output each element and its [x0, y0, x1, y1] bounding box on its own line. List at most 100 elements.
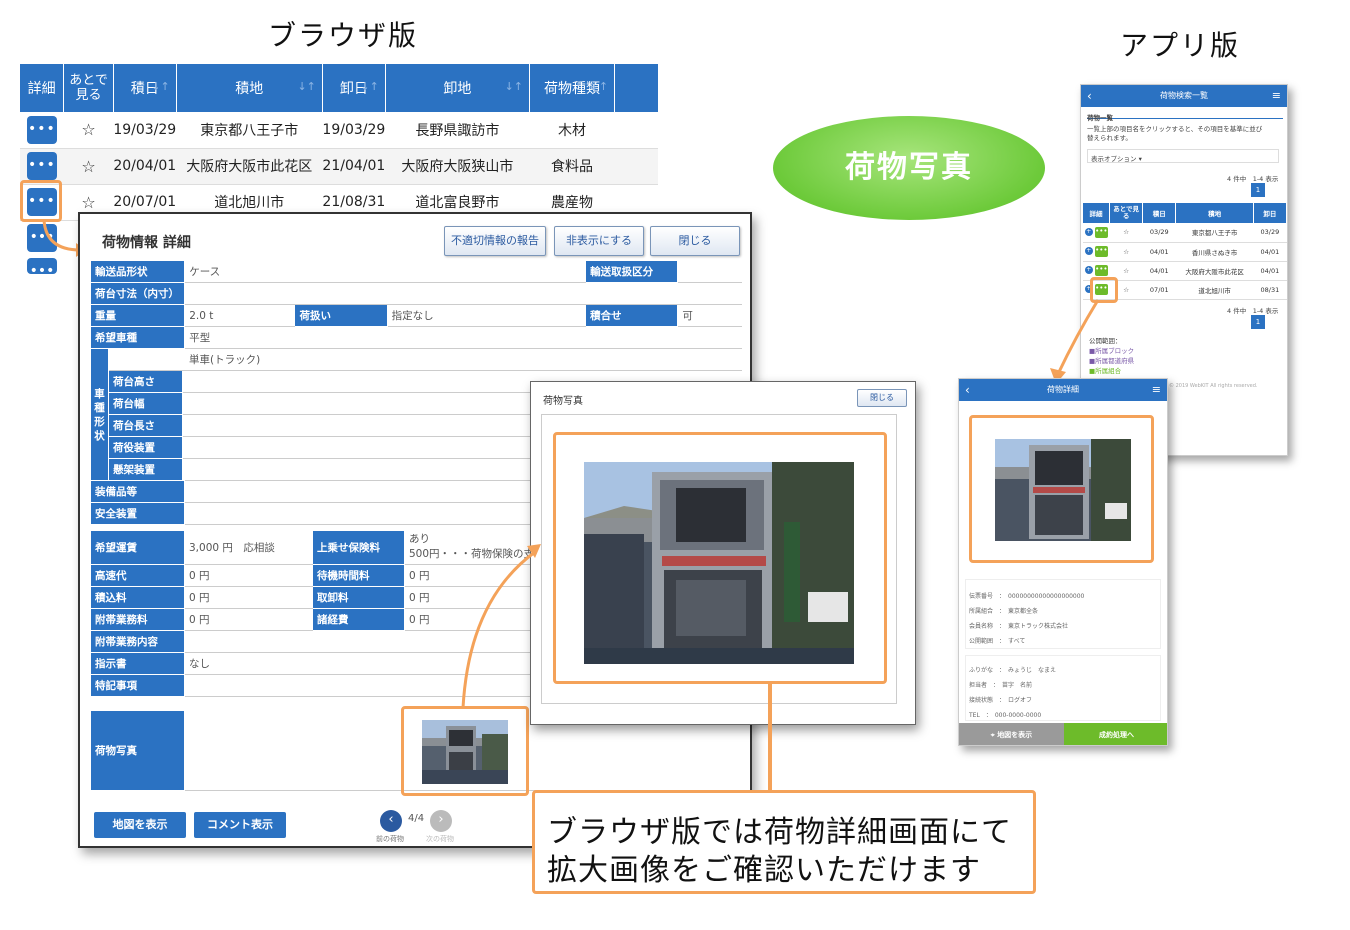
app-field-kana: ふりがな ： みょうじ なまえ — [969, 667, 1057, 674]
cell-load-date: 19/03/29 — [113, 112, 177, 149]
cell-unload-date: 21/04/01 — [322, 148, 386, 185]
prev-label: 前の荷物 — [376, 835, 404, 843]
label-bed-height: 荷台高さ — [108, 370, 183, 393]
app-show-map-button[interactable]: ⌖ 地図を表示 — [959, 723, 1064, 745]
expand-icon[interactable]: + — [1084, 266, 1093, 274]
cell-load-place: 東京都八王子市 — [176, 112, 323, 149]
highlight-large-photo — [553, 432, 887, 684]
table-row: ••• ☆ 19/03/29 東京都八王子市 19/03/29 長野県諏訪市 木… — [20, 112, 658, 149]
label-combine: 積合せ — [585, 304, 679, 327]
app-more-button[interactable]: ••• — [1094, 265, 1108, 276]
cargo-photo-badge: 荷物写真 — [773, 116, 1045, 220]
cell-unload-date: 19/03/29 — [322, 112, 386, 149]
app-col-detail[interactable]: 詳細 — [1083, 203, 1111, 223]
modal-close-button[interactable]: 閉じる — [857, 389, 907, 407]
label-vehicle-shape: 車種形状 — [90, 348, 109, 481]
cell-unload-place: 大阪府大阪狭山市 — [385, 148, 530, 185]
page-1-button-bottom[interactable]: 1 — [1251, 315, 1265, 329]
show-map-button[interactable]: 地図を表示 — [94, 812, 186, 838]
more-button[interactable]: ••• — [26, 115, 57, 144]
col-unload-date[interactable]: 卸日 ↓↑ — [322, 64, 386, 112]
app-desc-2: 替えられます。 — [1087, 134, 1132, 142]
label-notes: 特記事項 — [90, 674, 185, 697]
col-load-place[interactable]: 積地 ↓↑ — [176, 64, 323, 112]
label-unloading: 取卸料 — [312, 586, 405, 609]
callout-connector — [768, 684, 772, 790]
menu-icon[interactable]: ≡ — [1152, 379, 1161, 401]
show-comment-button[interactable]: コメント表示 — [194, 812, 286, 838]
close-button[interactable]: 閉じる — [650, 226, 740, 256]
col-cargo-type[interactable]: 荷物種類 ↓↑ — [529, 64, 616, 112]
app-field-status: 接続状態 ： ログオフ — [969, 697, 1033, 704]
label-misc: 諸経費 — [312, 608, 405, 631]
callout-line-2: 拡大画像をご確認いただけます — [547, 853, 981, 888]
col-later[interactable]: あとで 見る — [63, 64, 114, 112]
value-combine: 可 — [677, 304, 742, 327]
expand-icon[interactable]: + — [1084, 247, 1093, 255]
highlight-thumbnail — [401, 706, 529, 796]
col-unload-place[interactable]: 卸地 ↓↑ — [385, 64, 531, 112]
cell-unload-place: 長野県諏訪市 — [385, 112, 530, 149]
copyright: © 2019 WebKIT All rights reserved. — [1169, 383, 1258, 389]
value-shape: ケース — [184, 260, 586, 283]
highlight-app-photo — [969, 415, 1154, 563]
app-contract-button[interactable]: 成約処理へ — [1064, 723, 1167, 745]
label-insurance: 上乗せ保険料 — [312, 530, 405, 565]
col-load-date[interactable]: 積日 ↓↑ — [113, 64, 177, 112]
app-more-button[interactable]: ••• — [1094, 246, 1108, 257]
display-option-select[interactable]: 表示オプション ▾ — [1087, 149, 1279, 163]
app-more-button[interactable]: ••• — [1094, 226, 1108, 238]
expand-icon[interactable]: + — [1084, 227, 1093, 236]
label-equipment: 装備品等 — [90, 480, 185, 503]
prev-arrow-icon[interactable]: ‹ — [380, 810, 402, 832]
app-detail-header: ‹ 荷物詳細 ≡ — [959, 379, 1167, 401]
page-1-button[interactable]: 1 — [1251, 183, 1265, 197]
hide-button[interactable]: 非表示にする — [554, 226, 644, 256]
value-handling: 指定なし — [387, 304, 586, 327]
star-icon[interactable]: ☆ — [81, 120, 95, 139]
app-col-load-place[interactable]: 積地 — [1175, 203, 1254, 223]
label-incidental-detail: 附帯業務内容 — [90, 630, 185, 653]
app-field-person: 担当者 ： 苗字 名前 — [969, 682, 1033, 689]
back-icon[interactable]: ‹ — [1087, 85, 1092, 107]
page-indicator: 4/4 — [408, 813, 425, 824]
value-highway: 0 円 — [184, 564, 313, 587]
app-list-title: 荷物検索一覧 — [1160, 91, 1208, 100]
next-arrow-icon[interactable]: › — [430, 810, 452, 832]
cell-cargo-type: 木材 — [529, 112, 615, 149]
star-icon[interactable]: ☆ — [1109, 242, 1143, 262]
modal-title: 荷物写真 — [543, 396, 583, 407]
app-col-later[interactable]: あとで見る — [1109, 203, 1144, 223]
label-suspension: 懸架装置 — [108, 458, 183, 481]
back-icon[interactable]: ‹ — [965, 379, 970, 401]
report-button[interactable]: 不適切情報の報告 — [444, 226, 546, 256]
app-field-union: 所属組合 ： 東京都全条 — [969, 608, 1039, 615]
col-detail[interactable]: 詳細 — [20, 64, 65, 112]
value-insurance: あり — [409, 533, 430, 546]
app-field-member: 会員名称 ： 東京トラック株式会社 — [969, 623, 1069, 630]
app-col-load-date[interactable]: 積日 — [1142, 203, 1177, 223]
app-detail-title: 荷物詳細 — [1047, 385, 1079, 394]
menu-icon[interactable]: ≡ — [1272, 85, 1281, 107]
star-icon[interactable]: ☆ — [81, 157, 95, 176]
next-label: 次の荷物 — [426, 835, 454, 843]
arrow-app-list-to-detail — [1050, 299, 1100, 384]
label-fare: 希望運賃 — [90, 530, 185, 565]
value-weight: 2.0 t — [184, 304, 295, 327]
cargo-list-table: 詳細 あとで 見る 積日 ↓↑ 積地 ↓↑ 卸日 ↓↑ 卸地 ↓↑ 荷物種類 ↓↑ •••… — [20, 64, 658, 221]
value-vehicle-shape: 単車(トラック) — [108, 348, 742, 371]
app-field-slip: 伝票番号 ： 00000000000000000000 — [969, 593, 1085, 600]
result-count-bottom: 4 件中 1-4 表示 — [1227, 307, 1279, 315]
label-loading-device: 荷役装置 — [108, 436, 183, 459]
label-handling: 荷扱い — [294, 304, 388, 327]
label-wait: 待機時間料 — [312, 564, 405, 587]
app-col-unload-date[interactable]: 卸日 — [1253, 203, 1287, 223]
star-icon[interactable]: ☆ — [81, 193, 95, 212]
more-button[interactable]: ••• — [26, 152, 57, 180]
star-icon[interactable]: ☆ — [1109, 223, 1143, 243]
label-highway: 高速代 — [90, 564, 185, 587]
table-row: ••• ☆ 20/04/01 大阪府大阪市此花区 21/04/01 大阪府大阪狭… — [20, 148, 658, 185]
label-bed-width: 荷台幅 — [108, 392, 183, 415]
arrow-thumbnail-to-modal — [461, 544, 541, 709]
detail-title: 荷物情報 詳細 — [102, 235, 191, 251]
